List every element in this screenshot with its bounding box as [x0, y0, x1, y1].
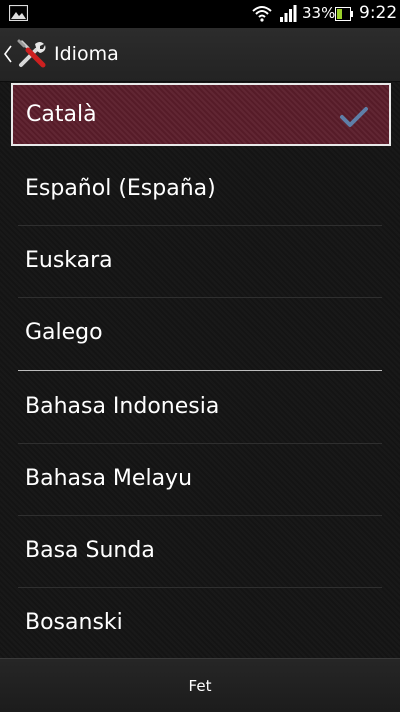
- action-bar: Idioma: [0, 28, 400, 82]
- gallery-notification-icon: [9, 5, 28, 21]
- clock: 9:22: [359, 3, 398, 23]
- list-item-espanol[interactable]: Español (España): [0, 154, 400, 225]
- list-item-label: Español (España): [25, 176, 216, 201]
- list-item-label: Galego: [25, 320, 103, 345]
- list-item-label: Basa Sunda: [25, 538, 155, 563]
- list-item-label: Euskara: [25, 248, 113, 273]
- language-list[interactable]: Català Español (España) Euskara Galego B…: [0, 82, 400, 658]
- group-divider: [18, 370, 382, 371]
- list-item-basa-sunda[interactable]: Basa Sunda: [0, 516, 400, 587]
- list-item-bahasa-melayu[interactable]: Bahasa Melayu: [0, 444, 400, 515]
- battery-icon: [335, 7, 353, 21]
- battery-percent: 33%: [302, 4, 336, 22]
- list-item-label: Bahasa Indonesia: [25, 394, 220, 419]
- page-title: Idioma: [54, 43, 119, 65]
- list-item-label: Català: [26, 102, 97, 127]
- back-chevron-icon[interactable]: [4, 45, 12, 63]
- tools-icon[interactable]: [16, 38, 48, 70]
- done-button[interactable]: Fet: [0, 659, 400, 712]
- selected-highlight[interactable]: Català: [11, 83, 391, 146]
- signal-icon: [280, 5, 297, 22]
- list-item-bahasa-indonesia[interactable]: Bahasa Indonesia: [0, 372, 400, 443]
- bottom-bar: Fet: [0, 658, 400, 712]
- list-item-galego[interactable]: Galego: [0, 298, 400, 369]
- list-item-label: Bahasa Melayu: [25, 466, 193, 491]
- list-item-label: Bosanski: [25, 610, 123, 635]
- list-item-bosanski[interactable]: Bosanski: [0, 588, 400, 659]
- check-icon: [340, 107, 368, 127]
- list-item-catala[interactable]: Català: [0, 82, 400, 153]
- list-item-euskara[interactable]: Euskara: [0, 226, 400, 297]
- status-bar: 33% 9:22: [0, 0, 400, 28]
- wifi-icon: [252, 6, 272, 22]
